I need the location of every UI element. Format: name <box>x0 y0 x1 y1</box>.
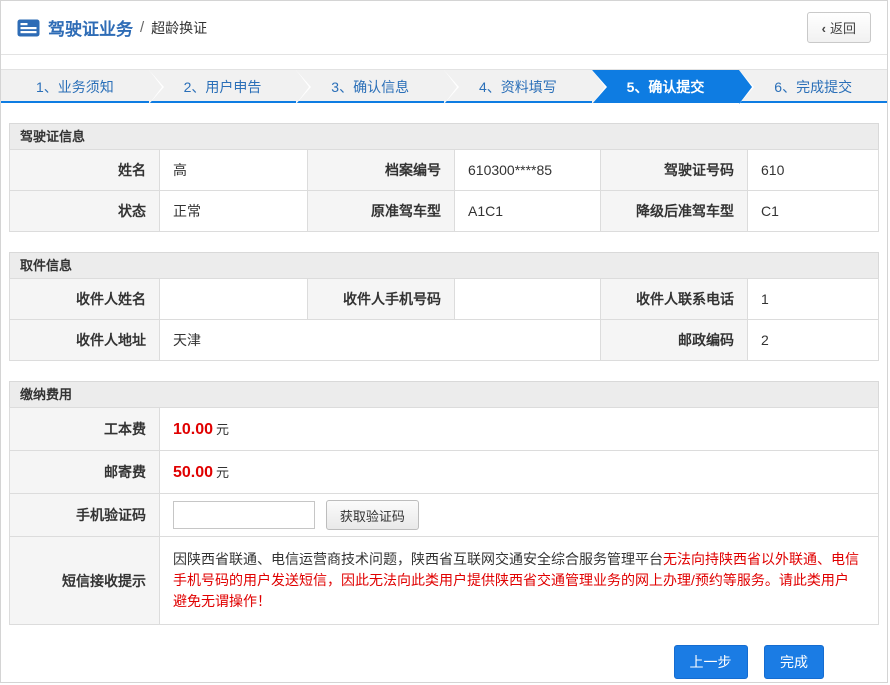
field-value-downgraded-class: C1 <box>748 191 879 232</box>
field-value-name: 高 <box>160 150 308 191</box>
field-label-file-number: 档案编号 <box>308 150 455 191</box>
section-fees: 缴纳费用 工本费 10.00元 邮寄费 50.00元 手机验证码 <box>9 381 879 625</box>
sms-code-cell: 获取验证码 <box>160 494 879 537</box>
postage-fee-amount: 50.00 <box>173 464 213 481</box>
section-title-fees: 缴纳费用 <box>9 381 879 408</box>
table-row: 短信接收提示 因陕西省联通、电信运营商技术问题，陕西省互联网交通安全综合服务管理… <box>10 537 879 625</box>
section-title-license: 驾驶证信息 <box>9 123 879 150</box>
header: 驾驶证业务 / 超龄换证 ‹ 返回 <box>1 1 887 55</box>
previous-step-button[interactable]: 上一步 <box>674 645 748 679</box>
field-value-postal-code: 2 <box>748 320 879 361</box>
fees-table: 工本费 10.00元 邮寄费 50.00元 手机验证码 获取验证码 <box>9 407 879 625</box>
finish-button[interactable]: 完成 <box>764 645 824 679</box>
step-tab-2: 2、用户申告 <box>149 70 297 101</box>
step-tab-4: 4、资料填写 <box>444 70 592 101</box>
field-value-recipient-phone: 1 <box>748 279 879 320</box>
field-value-recipient-name <box>160 279 308 320</box>
field-value-original-class: A1C1 <box>455 191 601 232</box>
field-label-recipient-mobile: 收件人手机号码 <box>308 279 455 320</box>
license-card-icon <box>17 19 40 37</box>
content: 驾驶证信息 姓名 高 档案编号 610300****85 驾驶证号码 610 状… <box>1 123 887 679</box>
footer-actions: 上一步 完成 <box>9 625 879 679</box>
back-button[interactable]: ‹ 返回 <box>807 12 871 43</box>
title-divider: / <box>140 19 144 36</box>
field-value-postage-fee: 50.00元 <box>160 451 879 494</box>
license-info-table: 姓名 高 档案编号 610300****85 驾驶证号码 610 状态 正常 原… <box>9 149 879 232</box>
get-sms-code-button[interactable]: 获取验证码 <box>326 500 419 530</box>
page-subtitle: 超龄换证 <box>151 18 207 38</box>
field-label-postage-fee: 邮寄费 <box>10 451 160 494</box>
field-label-recipient-address: 收件人地址 <box>10 320 160 361</box>
page: 驾驶证业务 / 超龄换证 ‹ 返回 1、业务须知 2、用户申告 3、确认信息 4、… <box>0 0 888 683</box>
table-row: 姓名 高 档案编号 610300****85 驾驶证号码 610 <box>10 150 879 191</box>
table-row: 工本费 10.00元 <box>10 408 879 451</box>
step-tab-1: 1、业务须知 <box>1 70 149 101</box>
table-row: 邮寄费 50.00元 <box>10 451 879 494</box>
step-tab-3: 3、确认信息 <box>296 70 444 101</box>
pickup-info-table: 收件人姓名 收件人手机号码 收件人联系电话 1 收件人地址 天津 邮政编码 2 <box>9 278 879 361</box>
step-tab-6: 6、完成提交 <box>739 70 887 101</box>
step-tab-5-active: 5、确认提交 <box>592 70 740 101</box>
field-value-recipient-mobile <box>455 279 601 320</box>
cost-fee-amount: 10.00 <box>173 421 213 438</box>
postage-fee-unit: 元 <box>216 465 229 480</box>
field-label-sms-code: 手机验证码 <box>10 494 160 537</box>
table-row: 状态 正常 原准驾车型 A1C1 降级后准驾车型 C1 <box>10 191 879 232</box>
table-row: 手机验证码 获取验证码 <box>10 494 879 537</box>
section-title-pickup: 取件信息 <box>9 252 879 279</box>
field-value-file-number: 610300****85 <box>455 150 601 191</box>
sms-tip-text: 因陕西省联通、电信运营商技术问题，陕西省互联网交通安全综合服务管理平台无法向持陕… <box>160 537 879 625</box>
field-label-downgraded-class: 降级后准驾车型 <box>601 191 748 232</box>
page-title: 驾驶证业务 <box>48 15 133 40</box>
field-label-name: 姓名 <box>10 150 160 191</box>
field-label-sms-tip: 短信接收提示 <box>10 537 160 625</box>
table-row: 收件人地址 天津 邮政编码 2 <box>10 320 879 361</box>
section-pickup-info: 取件信息 收件人姓名 收件人手机号码 收件人联系电话 1 收件人地址 天津 邮政… <box>9 252 879 361</box>
field-value-status: 正常 <box>160 191 308 232</box>
field-label-recipient-name: 收件人姓名 <box>10 279 160 320</box>
field-label-original-class: 原准驾车型 <box>308 191 455 232</box>
field-label-cost-fee: 工本费 <box>10 408 160 451</box>
back-button-label: 返回 <box>830 21 856 36</box>
field-label-status: 状态 <box>10 191 160 232</box>
field-value-cost-fee: 10.00元 <box>160 408 879 451</box>
field-value-recipient-address: 天津 <box>160 320 601 361</box>
field-label-postal-code: 邮政编码 <box>601 320 748 361</box>
table-row: 收件人姓名 收件人手机号码 收件人联系电话 1 <box>10 279 879 320</box>
sms-tip-dark-part: 因陕西省联通、电信运营商技术问题，陕西省互联网交通安全综合服务管理平台 <box>173 551 663 567</box>
cost-fee-unit: 元 <box>216 422 229 437</box>
field-value-license-number: 610 <box>748 150 879 191</box>
field-label-license-number: 驾驶证号码 <box>601 150 748 191</box>
field-label-recipient-phone: 收件人联系电话 <box>601 279 748 320</box>
step-progress-bar: 1、业务须知 2、用户申告 3、确认信息 4、资料填写 5、确认提交 6、完成提… <box>1 69 887 103</box>
chevron-left-icon: ‹ <box>822 21 826 36</box>
section-license-info: 驾驶证信息 姓名 高 档案编号 610300****85 驾驶证号码 610 状… <box>9 123 879 232</box>
sms-code-input[interactable] <box>173 501 315 529</box>
